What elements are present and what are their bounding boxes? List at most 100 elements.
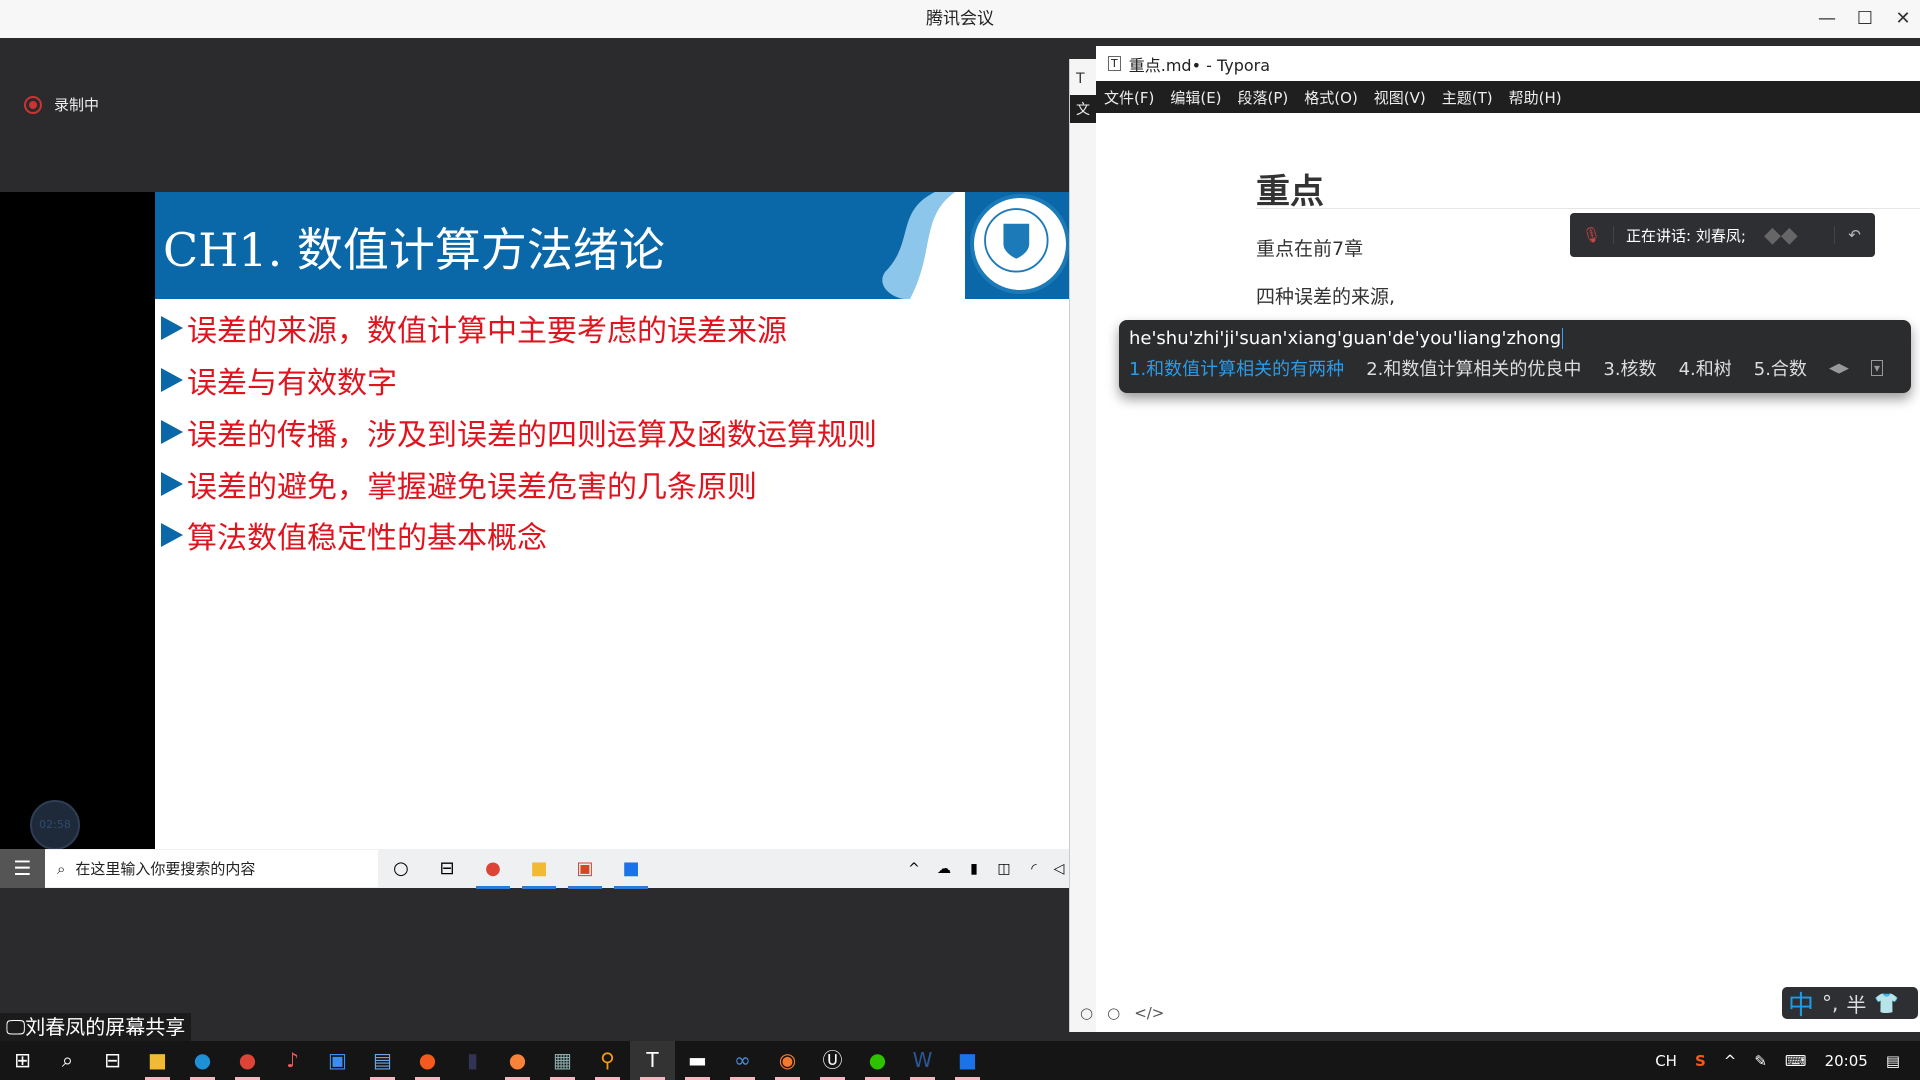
bullet-triangle-icon xyxy=(161,420,183,444)
tencent-meeting-icon[interactable]: ■ xyxy=(945,1041,990,1080)
sogou-icon[interactable]: S xyxy=(1695,1052,1706,1070)
chrome-icon[interactable]: ● xyxy=(470,858,516,889)
edge-icon[interactable]: ● xyxy=(180,1041,225,1080)
windows-taskbar: ⊞ ⌕ ⊟ ■ ● ● ♪ ▣ ▤ ● ▮ ● ▦ ⚲ T ▬ ∞ ◉ Ⓤ ● … xyxy=(0,1041,1920,1080)
ime-skin-icon[interactable]: 👕 xyxy=(1874,991,1899,1015)
terminal-icon[interactable]: ▬ xyxy=(675,1041,720,1080)
bullet-triangle-icon xyxy=(161,472,183,496)
minimize-button[interactable]: — xyxy=(1808,0,1846,38)
maximize-button[interactable]: ☐ xyxy=(1846,0,1884,38)
typora-icon: T xyxy=(1108,56,1121,71)
clock[interactable]: 20:05 xyxy=(1825,1052,1868,1070)
ime-candidate[interactable]: 4.和树 xyxy=(1679,355,1732,381)
task-view-icon[interactable]: ⊟ xyxy=(90,1041,135,1080)
typora-title: 重点.md• - Typora xyxy=(1128,55,1271,75)
ime-mode-chinese[interactable]: 中 xyxy=(1788,985,1814,1022)
mic-icon[interactable]: ▮ xyxy=(959,861,989,877)
close-button[interactable]: ✕ xyxy=(1884,0,1920,38)
ime-width[interactable]: 半 xyxy=(1846,989,1866,1018)
file-explorer-icon[interactable]: ■ xyxy=(516,858,562,889)
ime-candidate[interactable]: 3.核数 xyxy=(1603,355,1656,381)
document-paragraph[interactable]: 四种误差的来源, xyxy=(1256,282,1395,309)
shared-slide: CH1. 数值计算方法绪论 误差的来源，数值计算中主要考虑的误差来源 误差与有效… xyxy=(155,192,1069,849)
keyboard-icon[interactable]: ⌨ xyxy=(1785,1052,1807,1070)
powerpoint-icon[interactable]: ▣ xyxy=(562,858,608,889)
menu-view[interactable]: 视图(V) xyxy=(1374,87,1426,108)
document-heading[interactable]: 重点 xyxy=(1256,164,1324,213)
ime-candidate[interactable]: 5.合数 xyxy=(1754,355,1807,381)
slide-bullet: 误差与有效数字 xyxy=(161,358,397,402)
search-app-icon[interactable]: ⚲ xyxy=(585,1041,630,1080)
feishu-icon[interactable]: ▣ xyxy=(315,1041,360,1080)
menu-help[interactable]: 帮助(H) xyxy=(1509,87,1562,108)
university-logo xyxy=(970,194,1069,294)
onedrive-icon[interactable]: ☁ xyxy=(929,861,959,877)
typora-icon[interactable]: T xyxy=(630,1041,675,1080)
language-indicator[interactable]: CH xyxy=(1655,1052,1677,1070)
outline-toggle-icon[interactable]: ○ xyxy=(1107,1004,1120,1022)
screen-share-label: 🖵刘春凤的屏幕共享 xyxy=(0,1013,192,1042)
search-icon: ⌕ xyxy=(57,859,66,878)
app-icon[interactable]: ▤ xyxy=(360,1041,405,1080)
network-icon[interactable]: ◫ xyxy=(989,861,1019,877)
pen-icon[interactable]: ✎ xyxy=(1754,1052,1767,1070)
menu-edit[interactable]: 编辑(E) xyxy=(1170,87,1221,108)
tray-chevron-icon[interactable]: ^ xyxy=(1724,1052,1737,1070)
file-explorer-icon[interactable]: ■ xyxy=(135,1041,180,1080)
cortana-icon[interactable]: ○ xyxy=(378,858,424,879)
avatar: ◆◆ xyxy=(1764,222,1798,248)
ime-candidate-window: he'shu'zhi'ji'suan'xiang'guan'de'you'lia… xyxy=(1119,320,1911,393)
notification-icon[interactable]: ▤ xyxy=(1886,1052,1900,1070)
source-code-icon[interactable]: </> xyxy=(1134,1004,1164,1022)
mic-muted-icon: 🎙 xyxy=(1570,226,1614,244)
bullet-triangle-icon xyxy=(161,316,183,340)
share-icon: 🖵 xyxy=(6,1015,26,1039)
remote-taskbar: ☰ ⌕ 在这里输入你要搜索的内容 ○ ⊟ ● ■ ▣ ■ ^ ☁ ▮ ◫ ◜ ◁ xyxy=(0,849,1069,889)
baidu-netdisk-icon[interactable]: ∞ xyxy=(720,1041,765,1080)
recording-indicator[interactable]: 录制中 xyxy=(24,94,99,115)
tray-chevron-icon[interactable]: ^ xyxy=(899,861,929,877)
speaking-banner: 🎙 正在讲话: 刘春凤; ◆◆ ↶ xyxy=(1570,213,1875,257)
app-icon[interactable]: ● xyxy=(405,1041,450,1080)
volume-icon[interactable]: ◁ xyxy=(1049,861,1069,877)
background-window[interactable]: T文 xyxy=(1069,59,1099,1032)
calculator-icon[interactable]: ▦ xyxy=(540,1041,585,1080)
wechat-icon[interactable]: ● xyxy=(855,1041,900,1080)
chrome-icon[interactable]: ● xyxy=(225,1041,270,1080)
typora-title-bar: T 重点.md• - Typora xyxy=(1096,46,1920,81)
tencent-meeting-icon[interactable]: ■ xyxy=(608,858,654,889)
search-icon[interactable]: ⌕ xyxy=(45,1041,90,1080)
ime-page-arrows-icon[interactable]: ◀▶ xyxy=(1829,361,1849,376)
ime-expand-icon[interactable]: ▾ xyxy=(1870,360,1883,376)
expand-icon[interactable]: ↶ xyxy=(1834,226,1874,244)
sidebar-toggle-icon[interactable]: ○ xyxy=(1080,1004,1093,1022)
ime-punct[interactable]: °, xyxy=(1822,991,1838,1015)
slide-margin xyxy=(0,192,155,849)
menu-file[interactable]: 文件(F) xyxy=(1104,87,1154,108)
typora-status-bar: ○ ○ </> xyxy=(1080,1004,1164,1022)
menu-theme[interactable]: 主题(T) xyxy=(1442,87,1493,108)
document-paragraph[interactable]: 重点在前7章 xyxy=(1256,234,1363,261)
slide-bullet: 误差的传播，涉及到误差的四则运算及函数运算规则 xyxy=(161,410,877,454)
windows-start-icon[interactable]: ⊞ xyxy=(0,1041,45,1080)
start-icon[interactable]: ☰ xyxy=(0,849,45,888)
menu-paragraph[interactable]: 段落(P) xyxy=(1238,87,1289,108)
background-menu: 文 xyxy=(1070,95,1099,123)
app-icon[interactable]: ♪ xyxy=(270,1041,315,1080)
ime-candidate[interactable]: 1.和数值计算相关的有两种 xyxy=(1129,355,1344,381)
blender-icon[interactable]: ◉ xyxy=(765,1041,810,1080)
speaking-label: 正在讲话: 刘春凤; xyxy=(1626,226,1746,245)
remote-search-box[interactable]: ⌕ 在这里输入你要搜索的内容 xyxy=(45,850,378,887)
menu-format[interactable]: 格式(O) xyxy=(1304,87,1358,108)
slide-bullet: 算法数值稳定性的基本概念 xyxy=(161,513,547,557)
wifi-icon[interactable]: ◜ xyxy=(1019,861,1049,877)
firefox-icon[interactable]: ● xyxy=(495,1041,540,1080)
record-icon xyxy=(24,95,42,114)
unreal-icon[interactable]: Ⓤ xyxy=(810,1041,855,1080)
word-icon[interactable]: W xyxy=(900,1041,945,1080)
ime-candidate[interactable]: 2.和数值计算相关的优良中 xyxy=(1366,355,1581,381)
app-icon[interactable]: ▮ xyxy=(450,1041,495,1080)
ime-pinyin: he'shu'zhi'ji'suan'xiang'guan'de'you'lia… xyxy=(1129,328,1564,349)
task-view-icon[interactable]: ⊟ xyxy=(424,858,470,879)
slide-bullet: 误差的来源，数值计算中主要考虑的误差来源 xyxy=(161,306,787,350)
